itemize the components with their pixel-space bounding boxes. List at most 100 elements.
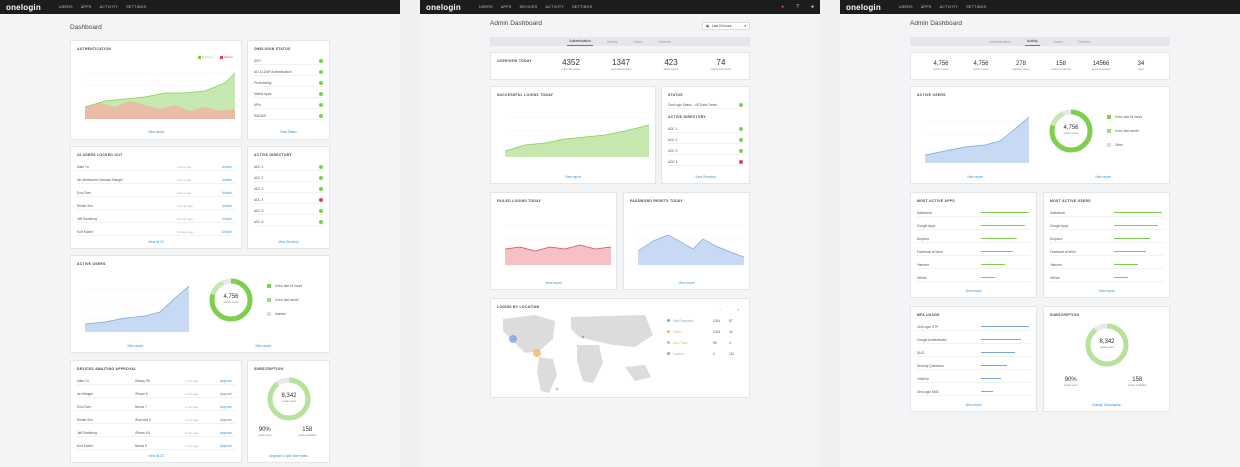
help-icon[interactable]: ?	[796, 4, 799, 10]
tab-activity[interactable]: Activity	[1024, 37, 1040, 46]
view-status-link[interactable]: View Status	[248, 130, 329, 134]
nav-apps[interactable]: APPS	[501, 5, 512, 9]
nav-users[interactable]: USERS	[479, 5, 493, 9]
view-report-link[interactable]: View report	[491, 281, 616, 285]
legend-swatch	[667, 352, 670, 355]
view-all-link[interactable]: View all 23	[71, 240, 241, 244]
map-oceania	[625, 365, 651, 381]
view-report-link[interactable]: View report	[71, 130, 241, 134]
onelogin-logo[interactable]: onelogin	[846, 3, 881, 12]
adc-row: ADC 5	[254, 207, 323, 215]
nav-settings[interactable]: SETTINGS	[966, 5, 986, 9]
usage-bar	[981, 339, 1021, 340]
view-report-link[interactable]: View report	[967, 175, 983, 179]
activity-stat: 14566 apps accessed	[1083, 61, 1119, 71]
legend-item: Inactive	[267, 312, 286, 317]
view-report-link[interactable]: View report	[624, 281, 749, 285]
user-name: Yammer	[1050, 262, 1062, 267]
onelogin-logo[interactable]: onelogin	[6, 3, 41, 12]
notification-icon[interactable]: ●	[781, 4, 784, 10]
onelogin-status-card: ONELOGIN STATUS SSO AD & LDAP Authentica…	[247, 40, 330, 140]
approve-button[interactable]: Approve	[220, 418, 232, 422]
tab-authentication[interactable]: Authentication	[987, 38, 1013, 46]
section-title: ACTIVE DIRECTORY	[668, 115, 706, 119]
view-directory-link[interactable]: View Directory	[248, 240, 329, 244]
unlock-button[interactable]: Unlock	[222, 191, 232, 195]
legend-swatch	[267, 298, 271, 303]
nav-apps[interactable]: APPS	[921, 5, 932, 9]
status-row: SSO	[254, 57, 323, 65]
view-report-link[interactable]: View report	[491, 175, 655, 179]
password-resets-card: PASSWORD RESETS TODAY View report	[623, 192, 750, 290]
tab-devices[interactable]: Devices	[657, 38, 673, 46]
onelogin-logo[interactable]: onelogin	[426, 3, 461, 12]
view-report-link[interactable]: View report	[127, 344, 143, 348]
nav-users[interactable]: USERS	[59, 5, 73, 9]
view-report-link[interactable]: View report	[1095, 175, 1111, 179]
location-city: San Francisco	[673, 319, 694, 323]
adc-row: ADC 2	[668, 136, 743, 144]
donut-center: 8,342 seats used	[265, 393, 313, 403]
view-report-link[interactable]: View report	[911, 403, 1036, 407]
approve-button[interactable]: Approve	[220, 405, 232, 409]
nav-activity[interactable]: ACTIVITY	[546, 5, 565, 9]
user-icon[interactable]: ●	[811, 4, 814, 10]
dashboard-screen-2: onelogin USERS APPS DEVICES ACTIVITY SET…	[420, 0, 820, 467]
unlock-button[interactable]: Unlock	[222, 217, 232, 221]
legend-swatch	[1107, 143, 1111, 148]
nav-devices[interactable]: DEVICES	[520, 5, 538, 9]
map-north-america	[503, 315, 555, 353]
nav-apps[interactable]: APPS	[81, 5, 92, 9]
seats-available-label: seats available	[1128, 383, 1147, 387]
usage-bar	[1114, 238, 1150, 239]
seats-available-stat: 158 seats available	[298, 427, 317, 437]
view-directory-link[interactable]: View Directory	[662, 175, 749, 179]
date-range-select[interactable]: ▦ Last 24 hours ▾	[702, 22, 750, 30]
active-users-area	[925, 117, 1029, 163]
status-error-icon	[319, 197, 323, 202]
app-name: Google Apps	[917, 223, 936, 228]
app-name: GitHub	[917, 275, 927, 280]
upgrade-link[interactable]: Upgrade to add more seats	[248, 454, 329, 458]
marker-miami	[533, 349, 541, 357]
tab-users[interactable]: Users	[632, 38, 645, 46]
tab-users[interactable]: Users	[1052, 38, 1065, 46]
adc-label: ADC 1	[668, 126, 678, 131]
donut-center: 4,756 active users	[1047, 125, 1095, 135]
tab-devices[interactable]: Devices	[1077, 38, 1093, 46]
status-ok-icon	[319, 102, 323, 107]
adc-label: ADC 2	[668, 137, 678, 142]
approve-button[interactable]: Approve	[220, 444, 232, 448]
most-active-apps-card: MOST ACTIVE APPS Salesforce Google Apps …	[910, 192, 1037, 298]
view-report-link[interactable]: View report	[1044, 289, 1169, 293]
location-success: 95	[713, 341, 717, 345]
user-name: Jeff Sandberg	[77, 216, 97, 221]
view-all-link[interactable]: View all 23	[71, 454, 241, 458]
unlock-button[interactable]: Unlock	[222, 178, 232, 182]
nav-settings[interactable]: SETTINGS	[572, 5, 592, 9]
view-report-link[interactable]: View report	[911, 289, 1036, 293]
unlock-button[interactable]: Unlock	[222, 230, 232, 234]
top-nav: onelogin USERS APPS ACTIVITY SETTINGS	[840, 0, 1240, 14]
unlock-button[interactable]: Unlock	[222, 204, 232, 208]
date-range-value: Last 24 hours	[712, 24, 732, 28]
nav-activity[interactable]: ACTIVITY	[940, 5, 959, 9]
nav-settings[interactable]: SETTINGS	[126, 5, 146, 9]
view-report-link[interactable]: View report	[255, 344, 271, 348]
user-name: Eva Chen	[77, 404, 91, 409]
user-row: Facebook at Work	[1050, 248, 1163, 256]
approve-button[interactable]: Approve	[220, 392, 232, 396]
tab-authentication[interactable]: Authentication	[567, 37, 593, 46]
approve-button[interactable]: Approve	[220, 379, 232, 383]
tab-activity[interactable]: Activity	[605, 38, 620, 46]
devices-awaiting-approval-card: DEVICES AWAITING APPROVAL Allan Yu Galaxy…	[70, 360, 242, 463]
approve-button[interactable]: Approve	[220, 431, 232, 435]
unlock-button[interactable]: Unlock	[222, 165, 232, 169]
locked-time: 2 hour ago	[177, 177, 192, 182]
change-subscription-link[interactable]: Change Subscription	[1044, 403, 1169, 407]
card-title: SUCCESSFUL LOGINS TODAY	[497, 93, 554, 97]
nav-users[interactable]: USERS	[899, 5, 913, 9]
user-name: Jeff Sandberg	[77, 430, 97, 435]
location-row: London 0 110	[667, 352, 747, 356]
nav-activity[interactable]: ACTIVITY	[100, 5, 119, 9]
